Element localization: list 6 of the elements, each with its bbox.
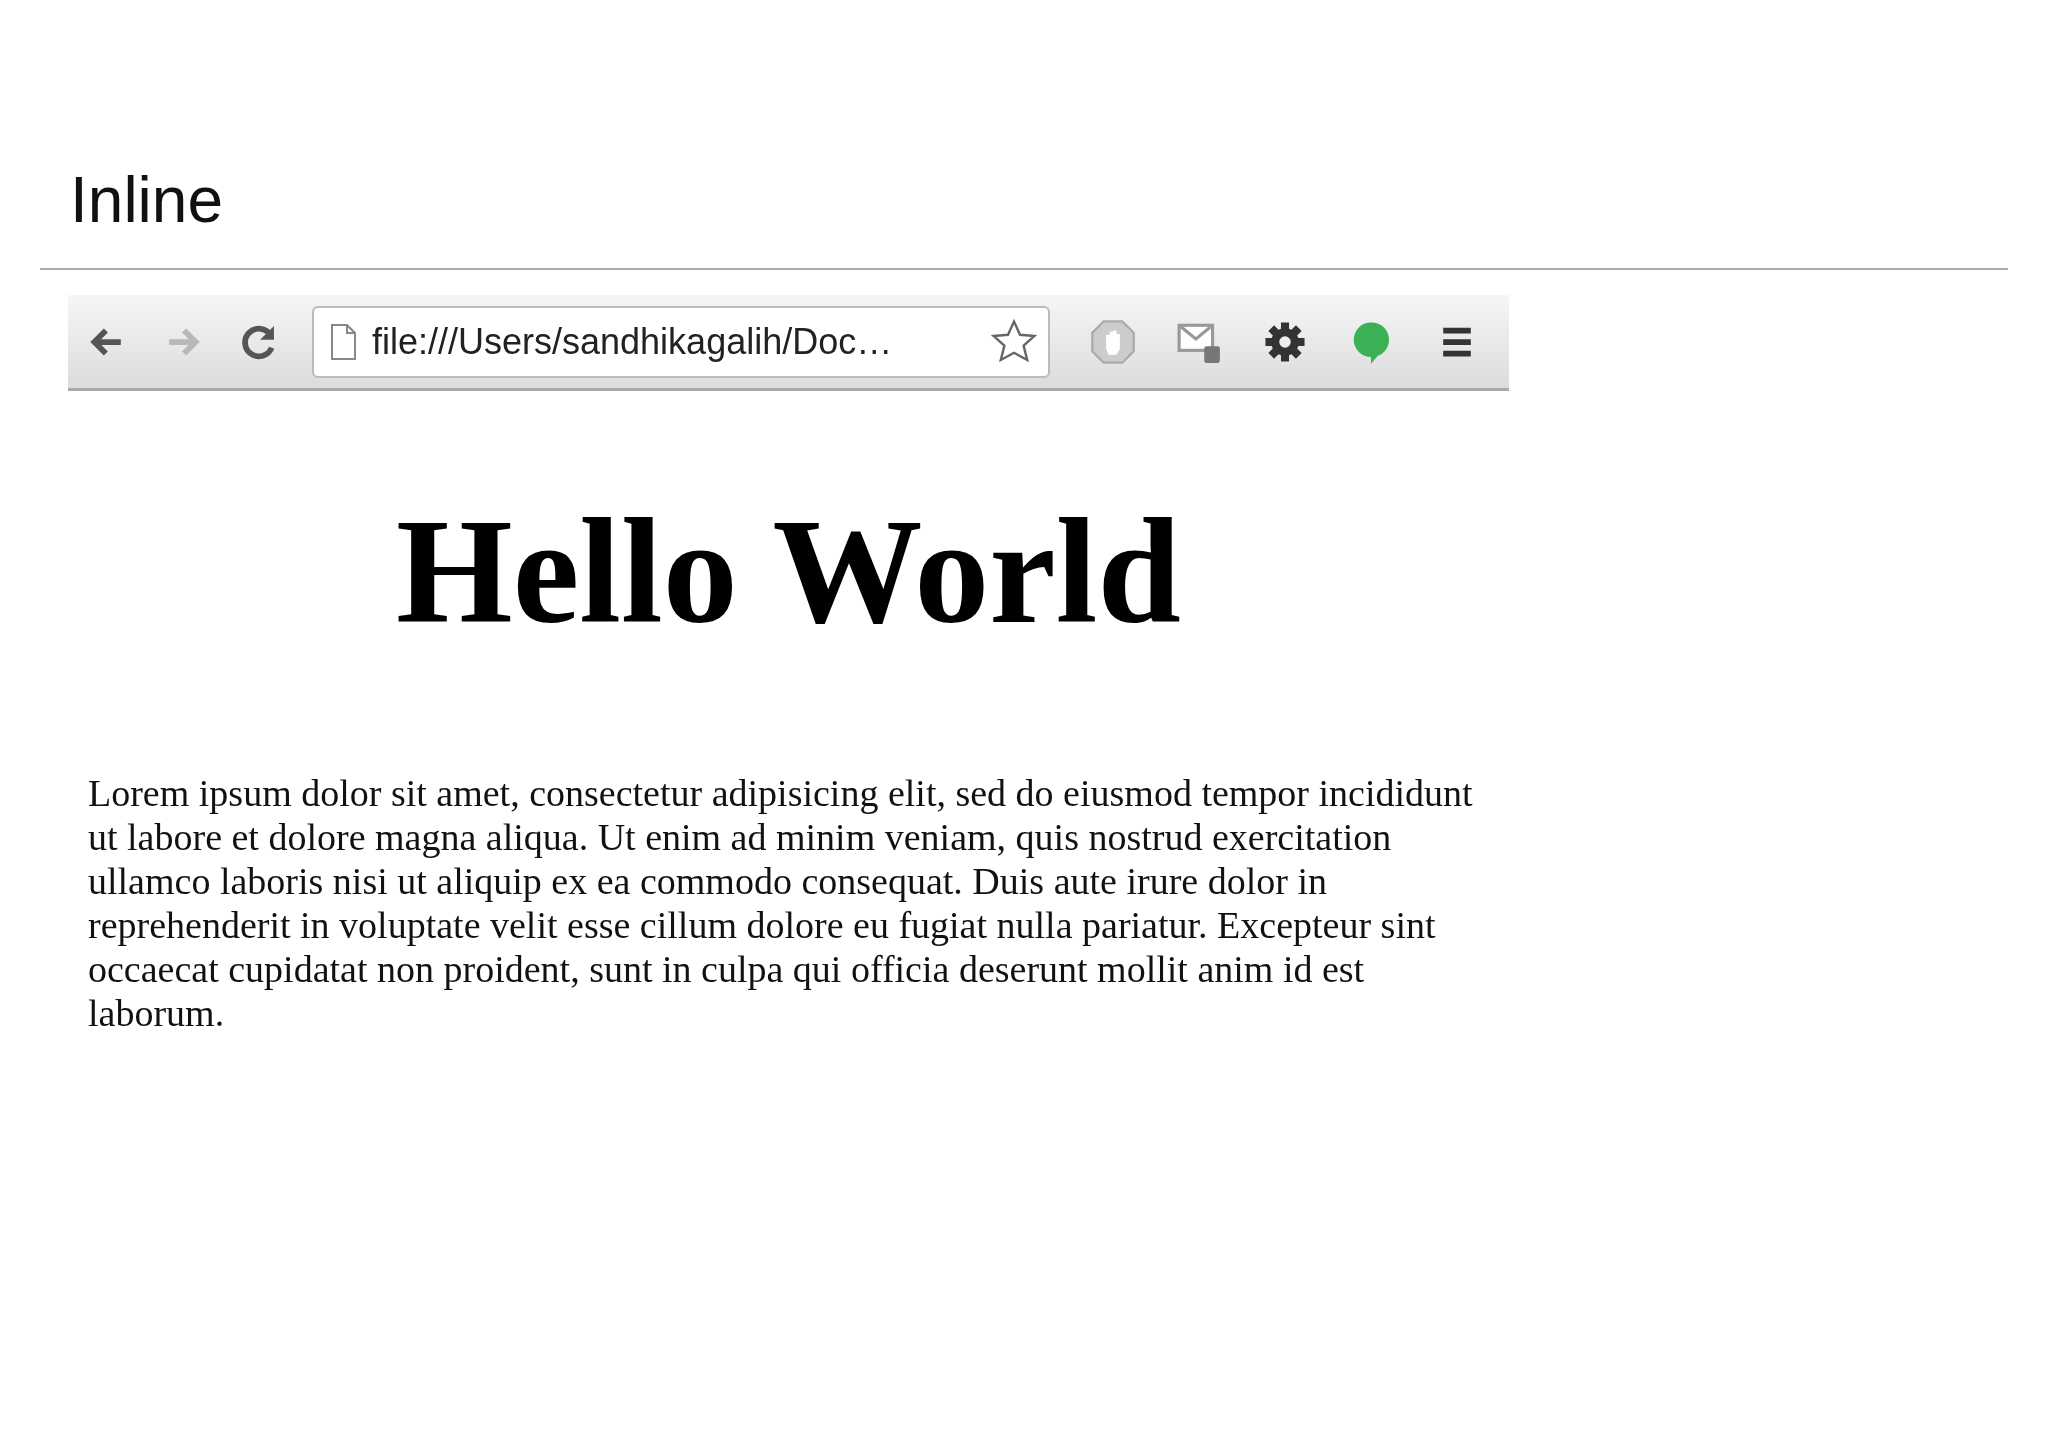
page-heading: Hello World <box>395 491 1182 651</box>
page-icon <box>328 321 358 362</box>
slide-title: Inline <box>70 163 224 238</box>
address-bar[interactable]: file:///Users/sandhikagalih/Doc… <box>312 305 1050 378</box>
body-paragraph: Lorem ipsum dolor sit amet, consectetur adipisicing elit, sed do eiusmod tempor incididunt ut labore et dolore magna aliqua. Ut enim ad minim veniam, quis nostrud exercitation ullamco laboris nisi ut aliquip ex ea commodo consequat. Duis aute irure dolor in reprehenderit in voluptate velit esse cillum dolore eu fugiat nulla pariatur. Excepteur sint occaecat cupidatat non proident, sunt in culpa qui officia deserunt mollit anim id est laborum. <box>88 771 1474 1035</box>
url-text: file:///Users/sandhikagalih/Doc… <box>372 320 894 363</box>
